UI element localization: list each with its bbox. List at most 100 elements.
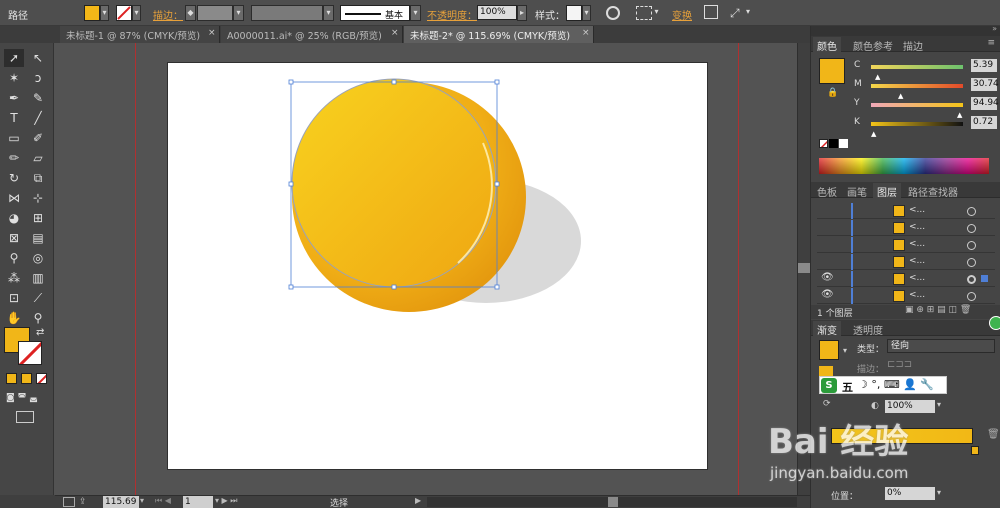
swap-colors-icon[interactable]: ⇄	[36, 327, 44, 338]
fill-dropdown-arrow[interactable]: ▾	[100, 5, 109, 21]
eye-icon[interactable]: 👁	[821, 272, 834, 283]
coin-artwork[interactable]	[168, 63, 709, 471]
magic-wand-tool-icon[interactable]: ✶	[4, 69, 24, 87]
panel-menu-arrow[interactable]: ▾	[746, 7, 750, 16]
tab-transparency[interactable]: 透明度	[849, 321, 887, 338]
scale-tool-icon[interactable]: ⧉	[28, 169, 48, 187]
stroke-swatch[interactable]	[116, 5, 132, 21]
gradient-type-select[interactable]: 径向	[887, 339, 995, 353]
white-color-chip[interactable]	[839, 139, 848, 148]
opacity-label[interactable]: 不透明度：	[427, 7, 477, 22]
pen-tool-icon[interactable]: ✒	[4, 89, 24, 107]
draw-modes-icon[interactable]: ◙ ◚ ◛	[6, 393, 46, 403]
handle-top-right[interactable]	[494, 79, 500, 85]
target-circle-icon[interactable]	[967, 224, 976, 233]
stroke-label[interactable]: 描边：	[153, 7, 183, 22]
mesh-tool-icon[interactable]: ⊠	[4, 229, 24, 247]
arrange-icon[interactable]: ⤢	[730, 6, 740, 21]
artboard-tool-icon[interactable]: ⊡	[4, 289, 24, 307]
target-circle-icon[interactable]	[967, 207, 976, 216]
first-artboard-icon[interactable]: ⏮ ◀	[155, 496, 171, 506]
shape-builder-tool-icon[interactable]: ◕	[4, 209, 24, 227]
yellow-thumb[interactable]: ▲	[957, 111, 962, 119]
black-thumb[interactable]: ▲	[871, 130, 876, 138]
target-circle-icon[interactable]	[967, 241, 976, 250]
none-mode-icon[interactable]	[36, 373, 47, 384]
tab-swatches[interactable]: 色板	[813, 183, 841, 200]
layer-row[interactable]: 👁 <...	[817, 271, 995, 287]
opacity-dropdown[interactable]: ▸	[517, 5, 527, 21]
variable-width-profile[interactable]	[251, 5, 323, 21]
paintbrush-tool-icon[interactable]: ✐	[28, 129, 48, 147]
zoom-dropdown[interactable]: ▾	[140, 496, 144, 505]
graphic-style-swatch[interactable]	[566, 5, 582, 21]
ime-mode-label[interactable]: 五	[842, 379, 853, 395]
pencil-tool-icon[interactable]: ✏	[4, 149, 24, 167]
zoom-tool-icon[interactable]: ⚲	[28, 309, 48, 327]
graphic-style-dropdown[interactable]: ▾	[582, 5, 591, 21]
color-spectrum-ramp[interactable]	[819, 158, 989, 174]
none-color-chip[interactable]	[819, 139, 828, 148]
isolate-icon[interactable]	[704, 5, 718, 19]
cyan-thumb[interactable]: ▲	[875, 73, 880, 81]
hand-tool-icon[interactable]: ✋	[4, 309, 24, 327]
magenta-thumb[interactable]: ▲	[898, 92, 903, 100]
opacity-field[interactable]: 100%	[477, 5, 517, 20]
tab-gradient[interactable]: 渐变	[813, 321, 841, 338]
artboard-nav-icon[interactable]	[63, 497, 75, 507]
width-tool-icon[interactable]: ⋈	[4, 189, 24, 207]
close-icon[interactable]: ×	[208, 28, 216, 38]
stroke-gradient-modes[interactable]: ⊏⊐⊐	[887, 359, 957, 373]
yellow-value[interactable]: 94.94	[971, 97, 999, 110]
canvas-area[interactable]	[55, 43, 797, 495]
gradient-mode-icon[interactable]	[21, 373, 32, 384]
horizontal-scroll-thumb[interactable]	[608, 497, 618, 507]
eraser-tool-icon[interactable]: ▱	[28, 149, 48, 167]
horizontal-scrollbar[interactable]	[427, 497, 797, 507]
handle-bottom-right[interactable]	[494, 284, 500, 290]
eye-icon[interactable]: 👁	[821, 289, 834, 300]
close-icon[interactable]: ×	[391, 28, 399, 38]
brush-definition[interactable]: 基本	[340, 5, 410, 21]
rectangle-tool-icon[interactable]: ▭	[4, 129, 24, 147]
selection-tool-icon[interactable]: ➚	[4, 49, 24, 67]
symbol-sprayer-tool-icon[interactable]: ⁂	[4, 269, 24, 287]
lasso-tool-icon[interactable]: ↄ	[28, 69, 48, 87]
fill-swatch[interactable]	[84, 5, 100, 21]
tab-color-guide[interactable]: 颜色参考	[849, 37, 897, 54]
direct-selection-tool-icon[interactable]: ↖	[28, 49, 48, 67]
black-slider[interactable]	[871, 122, 963, 126]
next-artboard-icon[interactable]: ▾ ▶ ⏭	[215, 496, 237, 506]
stroke-dropdown-arrow[interactable]: ▾	[132, 5, 141, 21]
layer-row[interactable]: <...	[817, 237, 995, 253]
stroke-weight-dropdown[interactable]: ▾	[233, 5, 244, 21]
black-color-chip[interactable]	[829, 139, 838, 148]
color-mode-icon[interactable]	[6, 373, 17, 384]
target-circle-icon[interactable]	[967, 275, 976, 284]
layer-row[interactable]: 👁 <...	[817, 288, 995, 304]
tab-color[interactable]: 颜色	[813, 37, 841, 54]
type-tool-icon[interactable]: T	[4, 109, 24, 127]
magenta-slider[interactable]	[871, 84, 963, 88]
tab-stroke[interactable]: 描边	[899, 37, 927, 54]
tab-pathfinder[interactable]: 路径查找器	[904, 183, 962, 200]
ime-toolbar[interactable]: S 五 ☽ °, ⌨ 👤 🔧	[819, 376, 947, 394]
cyan-slider[interactable]	[871, 65, 963, 69]
tab-brushes[interactable]: 画笔	[843, 183, 871, 200]
yellow-slider[interactable]	[871, 103, 963, 107]
magenta-value[interactable]: 30.74	[971, 78, 999, 91]
free-transform-tool-icon[interactable]: ⊹	[28, 189, 48, 207]
layer-row[interactable]: <...	[817, 254, 995, 270]
status-menu-arrow[interactable]: ▶	[415, 496, 421, 505]
black-value[interactable]: 0.72	[971, 116, 997, 129]
layer-row[interactable]: <...	[817, 220, 995, 236]
cyan-value[interactable]: 5.39	[971, 59, 997, 72]
selection-indicator[interactable]	[981, 275, 988, 282]
handle-mid-left[interactable]	[288, 181, 294, 187]
align-selection-icon[interactable]	[636, 6, 652, 20]
screen-mode-icon[interactable]	[16, 411, 34, 423]
align-dropdown[interactable]: ▾	[652, 5, 661, 21]
handle-bottom-mid[interactable]	[391, 284, 397, 290]
artboard[interactable]	[167, 62, 708, 470]
gradient-tool-icon[interactable]: ▤	[28, 229, 48, 247]
